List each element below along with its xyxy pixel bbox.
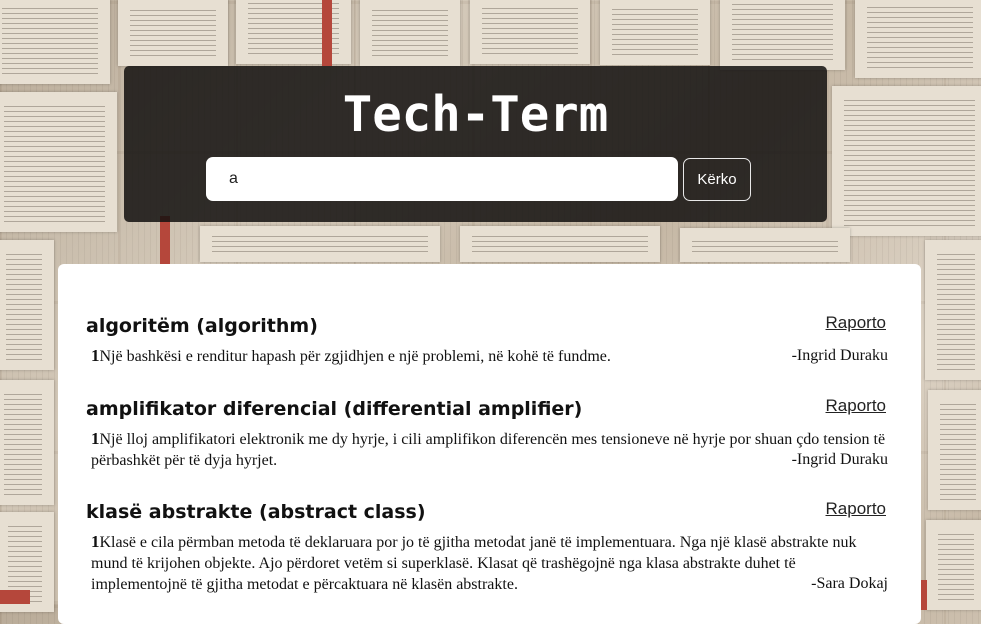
search-button[interactable]: Kërko — [683, 158, 751, 201]
author-name: -Ingrid Duraku — [791, 347, 888, 364]
report-link[interactable]: Raporto — [826, 313, 886, 333]
term-title: amplifikator diferencial (differential a… — [86, 398, 583, 420]
definition-number: 1 — [91, 532, 100, 551]
term-definition: 1Një lloj amplifikatori elektronik me dy… — [91, 428, 888, 471]
author-name: -Sara Dokaj — [805, 573, 888, 594]
author-name: -Ingrid Duraku — [785, 449, 888, 470]
definition-text: Një lloj amplifikatori elektronik me dy … — [91, 431, 886, 469]
site-title: Tech-Term — [342, 86, 609, 143]
term-definition: 1Klasë e cila përmban metoda të deklarua… — [91, 531, 888, 595]
definition-text: Një bashkësi e renditur hapash për zgjid… — [99, 348, 611, 365]
search-input[interactable] — [206, 157, 678, 201]
term-title: klasë abstrakte (abstract class) — [86, 501, 426, 523]
definition-text: Klasë e cila përmban metoda të deklaruar… — [91, 534, 857, 593]
report-link[interactable]: Raporto — [826, 499, 886, 519]
results-panel: algoritëm (algorithm) Raporto 1Një bashk… — [58, 264, 921, 624]
definition-number: 1 — [91, 346, 100, 365]
term-definition: 1Një bashkësi e renditur hapash për zgji… — [91, 345, 888, 367]
term-title: algoritëm (algorithm) — [86, 315, 318, 337]
report-link[interactable]: Raporto — [826, 396, 886, 416]
header-panel: Tech-Term Kërko — [124, 66, 827, 222]
definition-number: 1 — [91, 429, 100, 448]
